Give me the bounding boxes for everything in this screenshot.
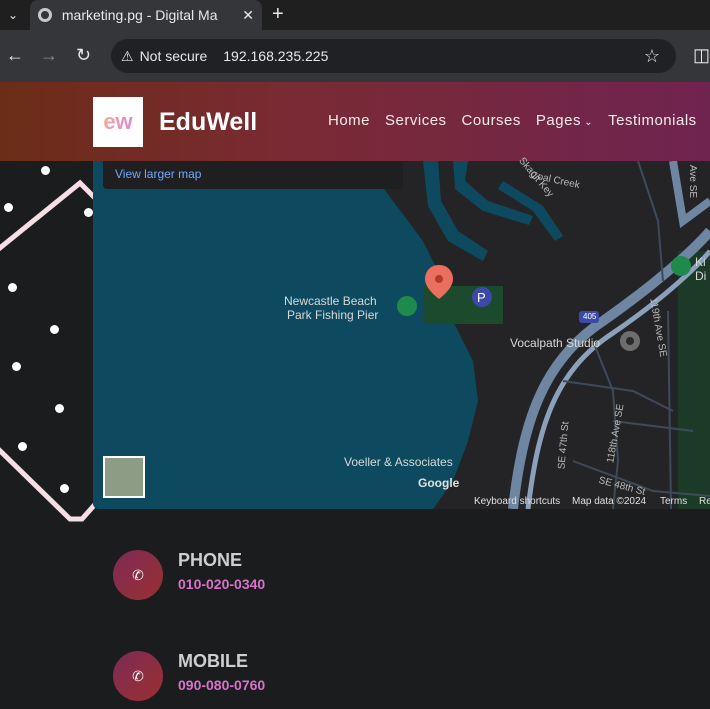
decorative-diamond-outline: [0, 179, 100, 522]
extensions-icon[interactable]: ◫: [693, 45, 710, 66]
decorative-dot: [50, 325, 59, 334]
nav-services[interactable]: Services: [385, 112, 447, 129]
map-label-ki: Ki: [695, 255, 706, 269]
nav-home[interactable]: Home: [328, 112, 370, 129]
decorative-dot: [4, 203, 13, 212]
map-label-newcastle: Newcastle Beach: [284, 294, 377, 308]
nav-pages[interactable]: Pages ⌄: [536, 112, 593, 129]
map-label-vocalpath: Vocalpath Studio: [510, 336, 601, 350]
phone-icon: ✆: [113, 651, 163, 701]
reload-icon[interactable]: ↻: [76, 45, 91, 66]
decorative-dot: [60, 484, 69, 493]
svg-text:P: P: [477, 290, 486, 305]
map-label-ave-se: Ave SE: [687, 164, 699, 199]
decorative-dot: [55, 404, 64, 413]
site-header: ew EduWell Home Services Courses Pages ⌄…: [0, 82, 710, 161]
report-link[interactable]: Re: [699, 496, 710, 507]
globe-icon: [38, 8, 52, 22]
contact-label: PHONE: [178, 550, 243, 570]
bookmark-star-icon[interactable]: ☆: [644, 46, 660, 67]
terms-link[interactable]: Terms: [660, 496, 687, 507]
main-nav: Home Services Courses Pages ⌄ Testimonia…: [328, 112, 710, 129]
brand-name[interactable]: EduWell: [159, 108, 257, 137]
view-larger-map-panel: View larger map: [103, 161, 403, 189]
nav-pages-label: Pages: [535, 112, 581, 129]
phone-icon: ✆: [113, 550, 163, 600]
map-data-attribution: Map data ©2024: [572, 496, 647, 507]
map-label-voeller: Voeller & Associates: [344, 455, 453, 469]
warning-icon: ⚠: [121, 47, 134, 64]
tab-list-chevron-icon[interactable]: ⌄: [0, 0, 26, 30]
decorative-dot: [84, 208, 93, 217]
view-larger-map-link[interactable]: View larger map: [115, 167, 201, 181]
decorative-dot: [41, 166, 50, 175]
browser-tab-bar: ⌄ marketing.pg - Digital Ma ✕ +: [0, 0, 710, 30]
decorative-dot: [8, 283, 17, 292]
map-label-newcastle-pier: Park Fishing Pier: [287, 308, 379, 322]
browser-toolbar: ← → ↻ ⚠ Not secure 192.168.235.225 ☆ ◫: [0, 30, 710, 82]
tab-close-icon[interactable]: ✕: [242, 7, 254, 24]
tab-title: marketing.pg - Digital Ma: [61, 7, 218, 23]
nav-courses[interactable]: Courses: [462, 112, 521, 129]
chevron-down-icon: ⌄: [580, 117, 594, 128]
contact-value[interactable]: 090-080-0760: [178, 677, 265, 693]
back-icon[interactable]: ←: [6, 45, 24, 66]
map-satellite-toggle[interactable]: [103, 456, 145, 498]
decorative-dot: [18, 442, 27, 451]
url-text[interactable]: 192.168.235.225: [223, 48, 328, 64]
browser-tab[interactable]: marketing.pg - Digital Ma ✕: [30, 0, 262, 30]
nav-testimonials[interactable]: Testimonials: [608, 112, 697, 129]
new-tab-button[interactable]: +: [272, 3, 284, 26]
contact-value[interactable]: 010-020-0340: [178, 576, 265, 592]
decorative-dot: [12, 362, 21, 371]
keyboard-shortcuts-link[interactable]: Keyboard shortcuts: [474, 496, 560, 507]
map-label-di: Di: [695, 269, 707, 283]
google-logo: Google: [418, 476, 460, 490]
map-label-i405: 405: [583, 312, 597, 321]
address-bar[interactable]: ⚠ Not secure 192.168.235.225: [111, 39, 676, 73]
contact-label: MOBILE: [178, 651, 248, 671]
security-label[interactable]: Not secure: [140, 48, 208, 64]
forward-icon[interactable]: →: [40, 45, 58, 66]
site-logo[interactable]: ew: [93, 97, 143, 147]
logo-text: ew: [103, 109, 133, 134]
